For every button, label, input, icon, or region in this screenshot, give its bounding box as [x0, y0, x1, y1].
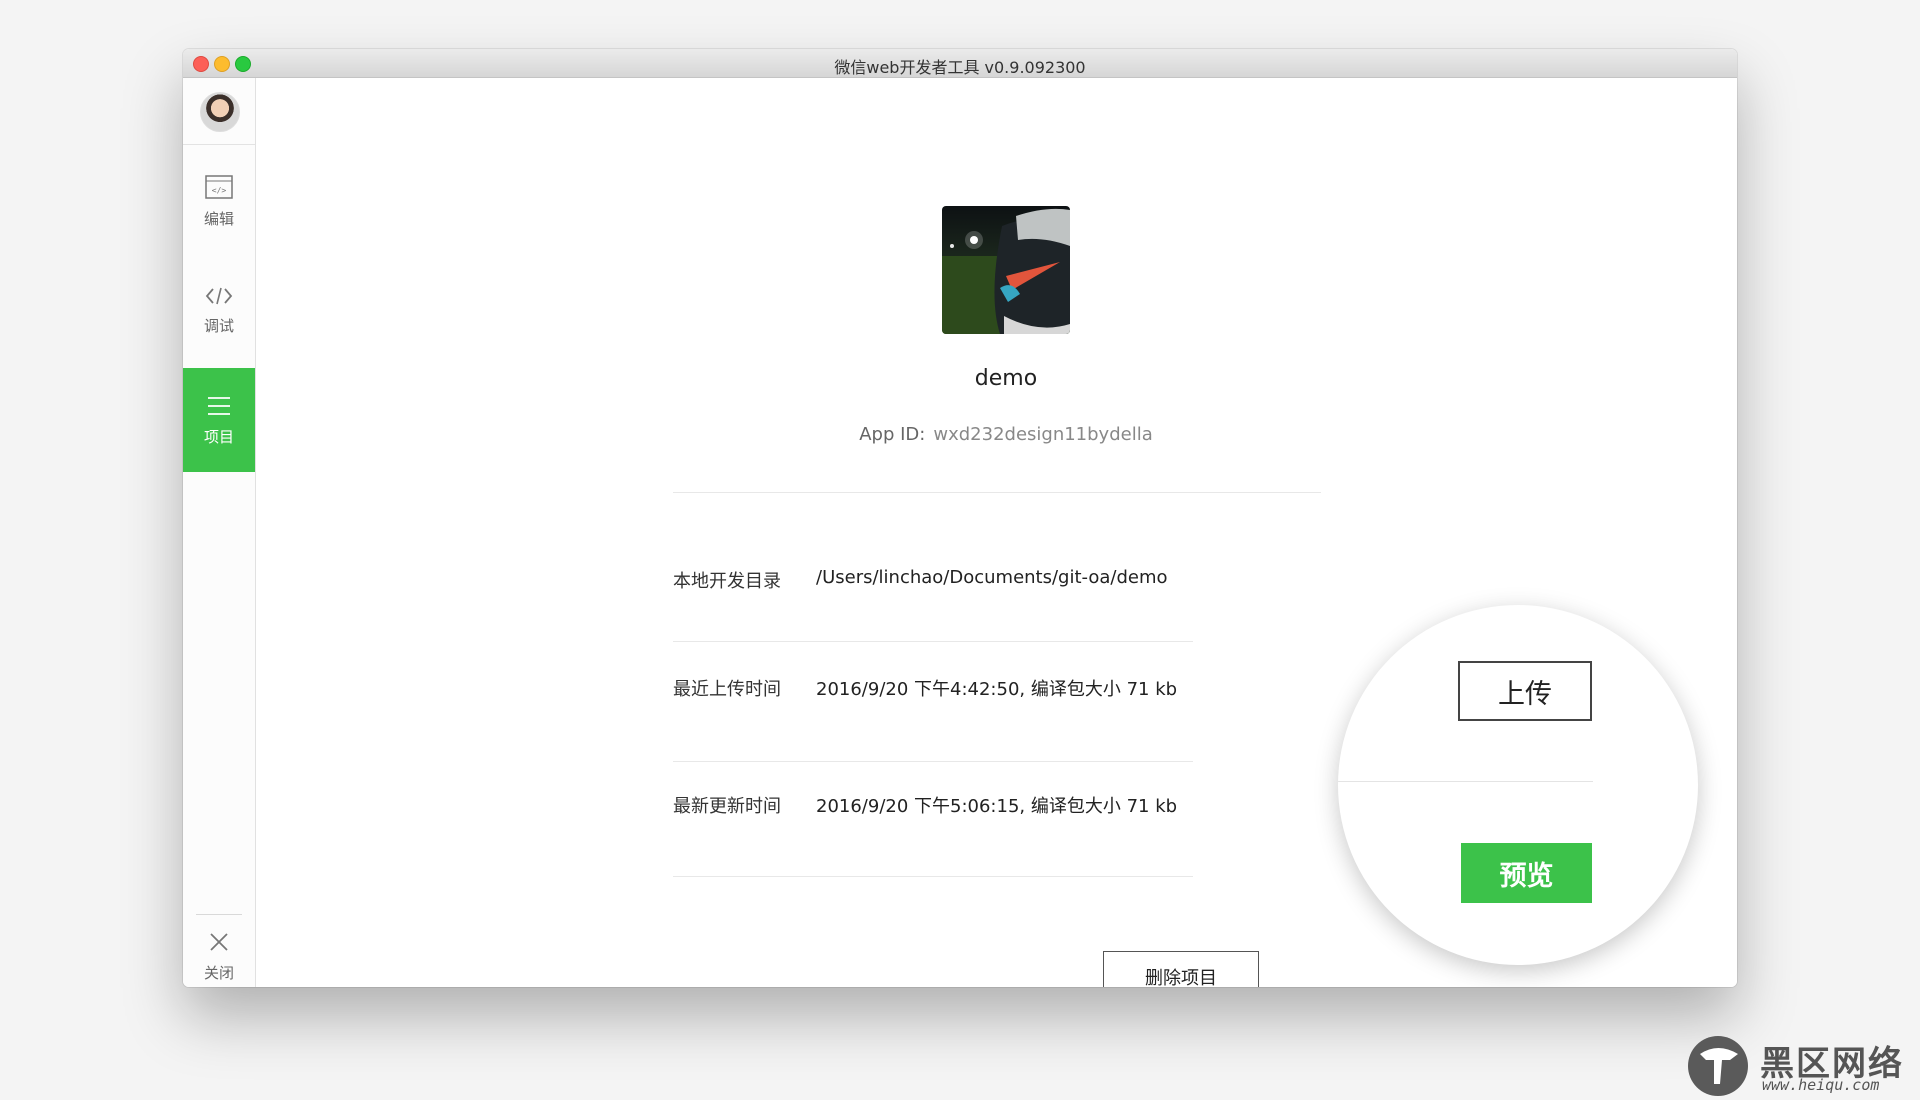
- project-name: demo: [974, 366, 1038, 391]
- appid-row: App ID: wxd232design11bydella: [706, 424, 1306, 445]
- code-icon: [205, 287, 233, 305]
- divider: [673, 761, 1193, 762]
- svg-text:</>: </>: [212, 186, 227, 195]
- divider: [673, 641, 1193, 642]
- edit-icon: </>: [205, 175, 233, 199]
- sidebar-item-label: 调试: [203, 317, 234, 335]
- divider: [673, 492, 1321, 493]
- local-dir-label: 本地开发目录: [673, 571, 781, 592]
- sidebar-item-label: 项目: [203, 428, 234, 446]
- appid-label: App ID:: [859, 424, 926, 445]
- menu-icon: [208, 397, 230, 415]
- sidebar-item-close[interactable]: 关闭: [183, 930, 255, 987]
- sidebar-item-edit[interactable]: </> 编辑: [183, 174, 255, 278]
- appid-value: wxd232design11bydella: [933, 424, 1153, 445]
- watermark-url: www.heiqu.com: [1762, 1076, 1880, 1094]
- delete-project-button[interactable]: 删除项目: [1103, 951, 1259, 987]
- local-dir-value: /Users/linchao/Documents/git-oa/demo: [816, 567, 1168, 588]
- sidebar-divider: [183, 144, 255, 145]
- sidebar: </> 编辑 调试 项目 关闭: [183, 78, 256, 987]
- sidebar-item-label: 编辑: [203, 210, 234, 228]
- close-icon: [210, 933, 228, 951]
- last-update-value: 2016/9/20 下午5:06:15, 编译包大小 71 kb: [816, 796, 1178, 817]
- desktop: 微信web开发者工具 v0.9.092300 </> 编辑 调试 项目 关闭 d…: [0, 0, 1920, 1100]
- last-upload-label: 最近上传时间: [673, 679, 781, 700]
- app-window: 微信web开发者工具 v0.9.092300 </> 编辑 调试 项目 关闭 d…: [183, 49, 1737, 987]
- divider: [673, 876, 1193, 877]
- project-thumbnail-image: [942, 206, 1070, 334]
- sidebar-divider: [196, 914, 242, 915]
- last-upload-value: 2016/9/20 下午4:42:50, 编译包大小 71 kb: [816, 679, 1178, 700]
- magnifier-lens: 上传 预览: [1338, 605, 1698, 965]
- window-title: 微信web开发者工具 v0.9.092300: [834, 58, 1086, 77]
- upload-button[interactable]: 上传: [1458, 661, 1592, 721]
- sidebar-item-label: 关闭: [203, 964, 234, 982]
- project-thumbnail: [942, 206, 1070, 334]
- divider: [1338, 781, 1593, 782]
- avatar[interactable]: [200, 92, 240, 132]
- title-bar: 微信web开发者工具 v0.9.092300: [183, 49, 1737, 78]
- preview-button[interactable]: 预览: [1461, 843, 1592, 903]
- last-update-label: 最新更新时间: [673, 796, 781, 817]
- watermark-logo: 黑区网络 www.heiqu.com: [1686, 1030, 1920, 1100]
- sidebar-item-project[interactable]: 项目: [183, 368, 255, 472]
